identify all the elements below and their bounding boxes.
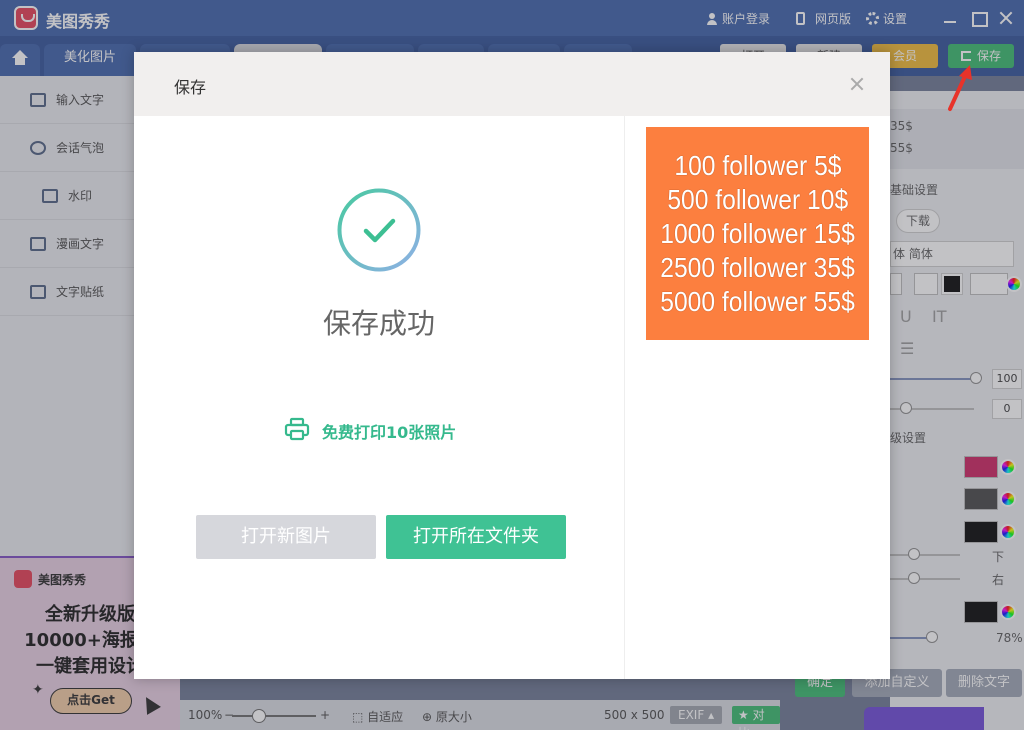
printer-icon (284, 417, 310, 441)
preview-text-line: 2500 follower 35$ (660, 251, 855, 283)
preview-text-line: 500 follower 10$ (667, 183, 848, 215)
saved-image-preview: 100 follower 5$ 500 follower 10$ 1000 fo… (646, 127, 869, 340)
dialog-divider (624, 116, 625, 679)
annotation-arrow-icon (948, 65, 972, 111)
open-new-image-button[interactable]: 打开新图片 (196, 515, 376, 559)
dialog-header: 保存 (134, 52, 890, 116)
close-icon[interactable] (846, 74, 868, 96)
dialog-title: 保存 (174, 78, 207, 97)
success-check-icon (337, 188, 421, 272)
success-message: 保存成功 (322, 307, 435, 340)
preview-text-line: 5000 follower 55$ (660, 285, 855, 317)
preview-text-line: 100 follower 5$ (673, 149, 842, 181)
save-dialog: 保存 保存成功 免费打印10张照片 打开新图片 打开所在文件夹 100 foll… (134, 52, 890, 679)
open-folder-button[interactable]: 打开所在文件夹 (386, 515, 566, 559)
print-offer-link[interactable]: 免费打印10张照片 (322, 419, 456, 443)
preview-text-line: 1000 follower 15$ (660, 217, 855, 249)
